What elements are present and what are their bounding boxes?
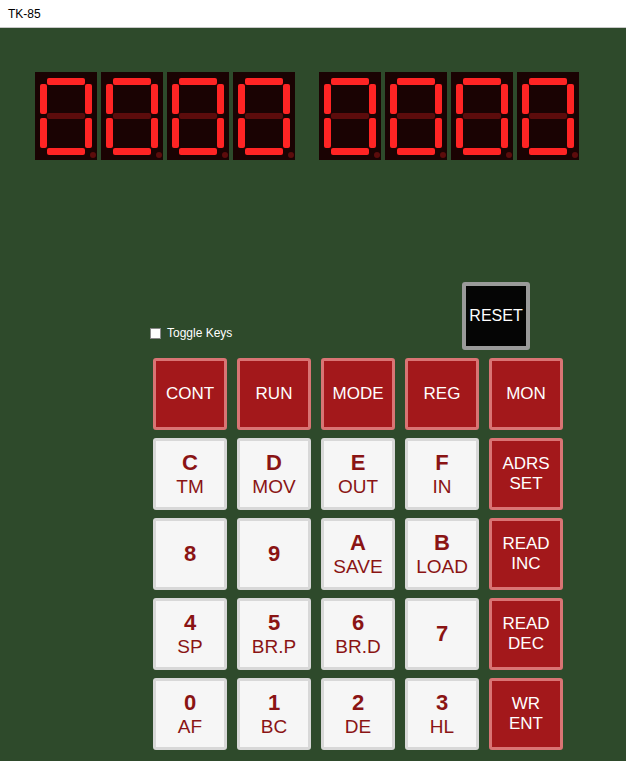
key-label: 2 [352,690,364,715]
keypad-key[interactable]: READINC [489,518,563,590]
key-label: 5 [268,610,280,635]
key-label: TM [176,476,203,498]
key-label: OUT [338,476,378,498]
seven-segment-digit [517,72,579,160]
keypad: CONTRUNMODEREGMONCTMDMOVEOUTFINADRSSET89… [153,358,626,750]
keypad-key[interactable]: 9 [237,518,311,590]
keypad-key[interactable]: CTM [153,438,227,510]
key-label: D [266,450,282,475]
keypad-key[interactable]: 2DE [321,678,395,750]
seven-segment-digit [167,72,229,160]
reset-button[interactable]: RESET [462,282,530,350]
digit-group [319,72,579,160]
key-label: DEC [508,634,544,654]
key-label: ENT [509,714,543,734]
key-label: READ [502,614,549,634]
keypad-key[interactable]: 0AF [153,678,227,750]
seven-segment-digit [35,72,97,160]
key-label: BC [261,716,287,738]
key-label: INC [511,554,540,574]
toggle-keys-label: Toggle Keys [167,326,232,340]
key-label: SAVE [333,556,382,578]
keypad-key[interactable]: 4SP [153,598,227,670]
keypad-key[interactable]: RUN [237,358,311,430]
key-label: E [351,450,366,475]
key-label: 6 [352,610,364,635]
seven-segment-digit [319,72,381,160]
key-label: IN [433,476,452,498]
seven-segment-digit [233,72,295,160]
key-label: MON [506,384,546,404]
key-label: BR.P [252,636,296,658]
keypad-key[interactable]: 8 [153,518,227,590]
keypad-key[interactable]: MODE [321,358,395,430]
seven-segment-digit [101,72,163,160]
key-label: 8 [184,541,196,566]
key-label: 7 [436,621,448,646]
seven-segment-digit [451,72,513,160]
title-bar: TK-85 [0,0,626,28]
key-label: DE [345,716,371,738]
key-label: 1 [268,690,280,715]
key-label: 9 [268,541,280,566]
keypad-key[interactable]: 3HL [405,678,479,750]
keypad-key[interactable]: 5BR.P [237,598,311,670]
circuit-board: Toggle KeysRESETCONTRUNMODEREGMONCTMDMOV… [0,28,626,761]
key-label: C [182,450,198,475]
key-label: MOV [252,476,295,498]
key-label: ADRS [502,454,549,474]
key-label: SP [177,636,202,658]
keypad-key[interactable]: CONT [153,358,227,430]
led-display [0,72,626,160]
checkbox-box[interactable] [150,328,161,339]
keypad-key[interactable]: READDEC [489,598,563,670]
digit-group [35,72,295,160]
keypad-area: CONTRUNMODEREGMONCTMDMOVEOUTFINADRSSET89… [0,352,626,750]
keypad-key[interactable]: 1BC [237,678,311,750]
keypad-key[interactable]: ASAVE [321,518,395,590]
key-label: A [350,530,366,555]
key-label: HL [430,716,454,738]
key-label: F [435,450,448,475]
keypad-key[interactable]: FIN [405,438,479,510]
key-label: B [434,530,450,555]
key-label: 0 [184,690,196,715]
keypad-key[interactable]: WRENT [489,678,563,750]
window-title: TK-85 [8,7,41,21]
key-label: LOAD [416,556,468,578]
keypad-key[interactable]: ADRSSET [489,438,563,510]
key-label: WR [512,694,540,714]
key-label: 4 [184,610,196,635]
keypad-key[interactable]: MON [489,358,563,430]
key-label: SET [509,474,542,494]
key-label: READ [502,534,549,554]
keypad-key[interactable]: 6BR.D [321,598,395,670]
key-label: REG [424,384,461,404]
keypad-key[interactable]: REG [405,358,479,430]
key-label: RUN [256,384,293,404]
keypad-key[interactable]: EOUT [321,438,395,510]
key-label: 3 [436,690,448,715]
key-label: AF [178,716,202,738]
key-label: CONT [166,384,214,404]
control-strip: Toggle Keys RESET [0,160,626,352]
keypad-key[interactable]: BLOAD [405,518,479,590]
keypad-key[interactable]: 7 [405,598,479,670]
toggle-keys-checkbox[interactable]: Toggle Keys [150,326,232,340]
tk85-window: TK-85Toggle KeysRESETCONTRUNMODEREGMONCT… [0,0,626,761]
key-label: MODE [333,384,384,404]
seven-segment-digit [385,72,447,160]
keypad-key[interactable]: DMOV [237,438,311,510]
key-label: BR.D [335,636,380,658]
